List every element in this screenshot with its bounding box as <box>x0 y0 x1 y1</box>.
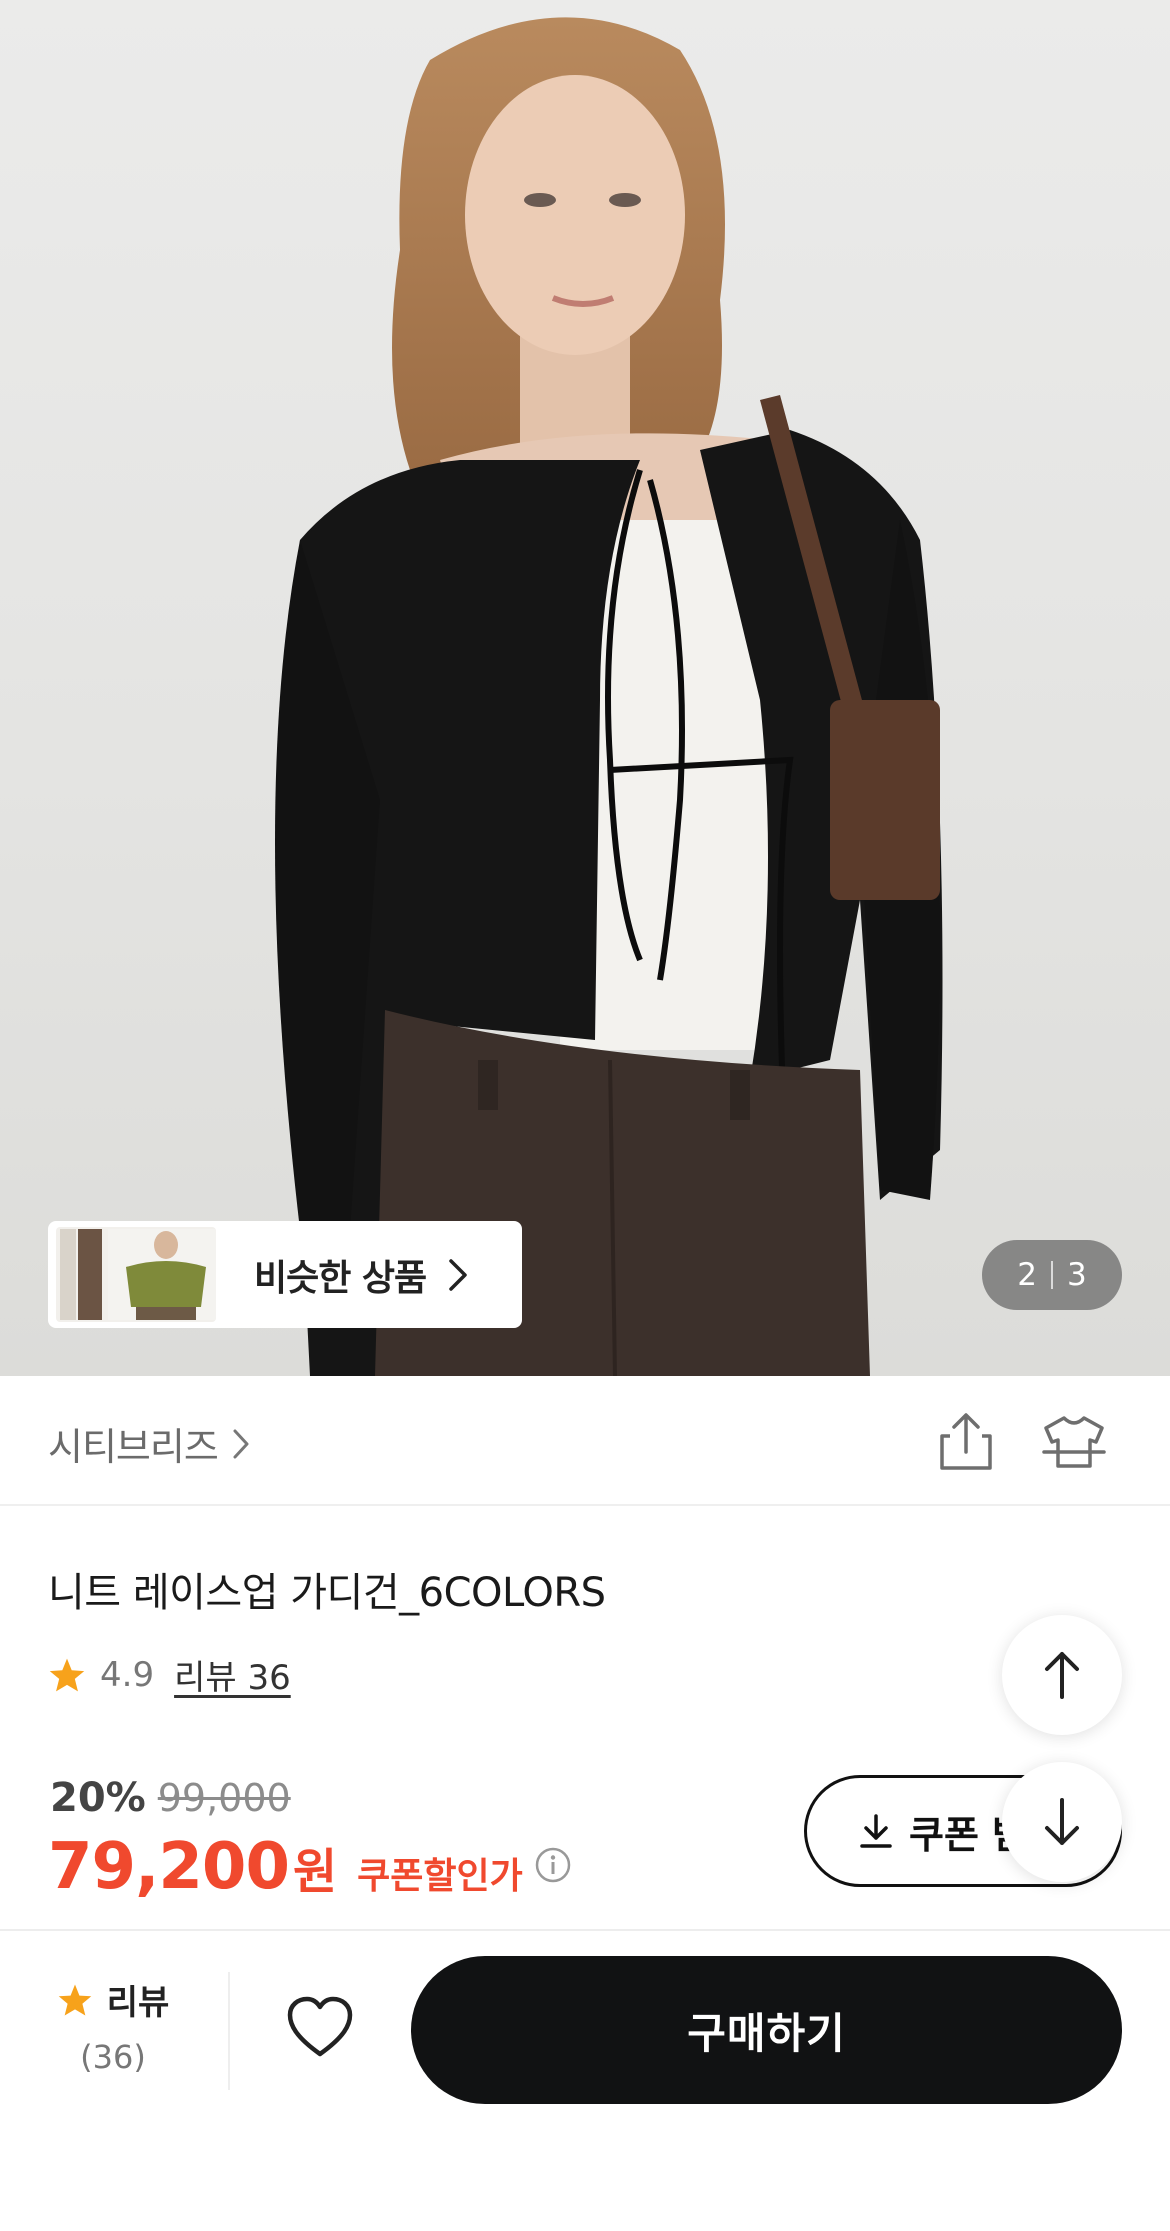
scroll-bottom-button[interactable] <box>1002 1762 1122 1882</box>
bottom-review-button[interactable]: 리뷰 (36) <box>48 1975 178 2095</box>
bottom-review-label: 리뷰 <box>106 1983 170 2023</box>
brand-name: 시티브리즈 <box>48 1425 219 1469</box>
product-title: 니트 레이스업 가디건_6COLORS <box>48 1570 606 1616</box>
chevron-right-icon <box>233 1429 249 1458</box>
chevron-right-icon <box>448 1258 468 1292</box>
brand-link[interactable]: 시티브리즈 <box>48 1416 250 1471</box>
share-icon <box>940 1413 992 1470</box>
original-price: 99,000 <box>157 1776 291 1820</box>
reviews-link[interactable]: 리뷰 36 <box>174 1650 291 1699</box>
product-image-gallery[interactable]: 비슷한 상품 2 3 <box>0 0 1170 1376</box>
share-button[interactable] <box>938 1412 994 1472</box>
counter-separator <box>1051 1261 1053 1289</box>
counter-total: 3 <box>1067 1257 1087 1293</box>
clothes-hanger-icon <box>1042 1416 1106 1468</box>
star-icon <box>49 1658 85 1691</box>
rating-row: 4.9 리뷰 36 <box>48 1650 291 1699</box>
similar-products-thumbnail <box>56 1227 216 1322</box>
brand-row: 시티브리즈 <box>0 1376 1170 1506</box>
similar-products-button[interactable]: 비슷한 상품 <box>48 1221 522 1328</box>
fitting-button[interactable] <box>1040 1414 1108 1470</box>
info-icon[interactable] <box>535 1847 571 1887</box>
rating-score: 4.9 <box>100 1654 155 1695</box>
wishlist-button[interactable] <box>286 1995 354 2059</box>
sale-price: 79,200 <box>48 1830 290 1904</box>
download-icon <box>860 1814 892 1848</box>
bottom-review-top: 리뷰 <box>48 1975 178 2024</box>
similar-products-label: 비슷한 상품 <box>254 1257 427 1299</box>
coupon-price-label: 쿠폰할인가 <box>357 1856 523 1897</box>
discount-rate: 20% <box>50 1775 146 1821</box>
bottom-bar-divider <box>0 1929 1170 1931</box>
bottom-review-count: (36) <box>80 2038 146 2076</box>
arrow-down-icon <box>1045 1798 1079 1845</box>
buy-button[interactable]: 구매하기 <box>411 1956 1122 2104</box>
scroll-top-button[interactable] <box>1002 1615 1122 1735</box>
price-row: 79,200 원 쿠폰할인가 <box>48 1830 571 1904</box>
arrow-up-icon <box>1045 1652 1079 1699</box>
currency-unit: 원 <box>292 1844 338 1900</box>
image-page-counter: 2 3 <box>982 1240 1122 1310</box>
product-photo <box>275 17 943 1376</box>
heart-icon <box>287 1996 353 2057</box>
counter-current: 2 <box>1017 1257 1037 1293</box>
bottom-bar-separator <box>228 1972 230 2090</box>
star-icon <box>58 1983 91 2016</box>
discount-row: 20% 99,000 <box>50 1775 291 1821</box>
